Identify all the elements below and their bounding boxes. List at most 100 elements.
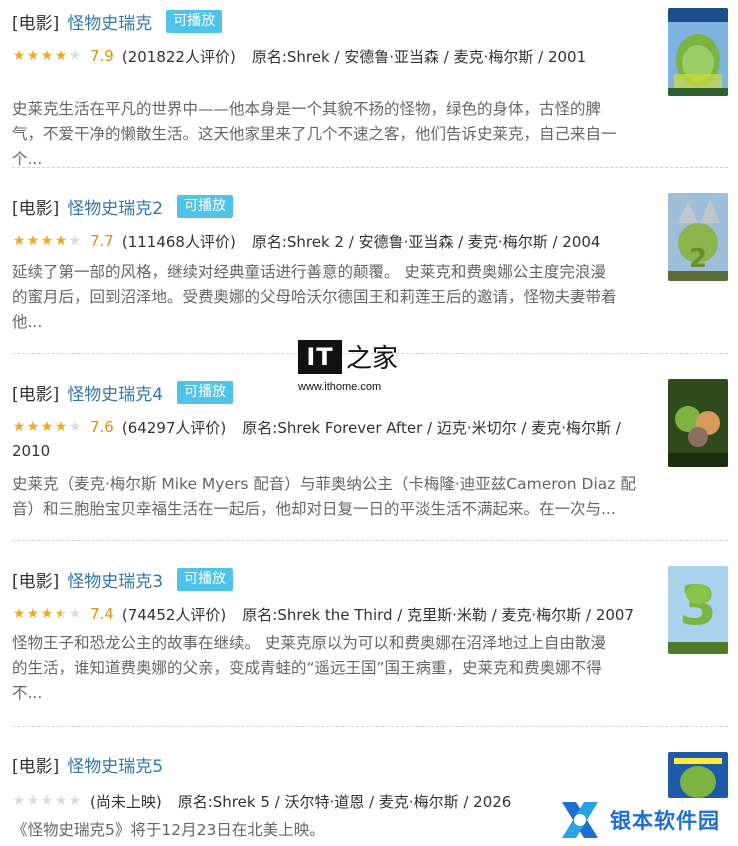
vote-count: (64297人评价): [121, 418, 227, 437]
rating-score: 7.4: [90, 605, 114, 623]
description-line: 史莱克（麦克·梅尔斯 Mike Myers 配音）与菲奥纳公主（卡梅隆·迪亚兹C…: [12, 475, 636, 493]
star-icon: ★: [40, 419, 54, 435]
movie-poster[interactable]: 3: [668, 566, 728, 654]
movie-title-link[interactable]: 怪物史瑞克3: [67, 567, 163, 592]
brand-x-icon: [562, 802, 598, 838]
star-icon: ★: [54, 606, 68, 622]
original-info: 原名:Shrek / 安德鲁·亚当森 / 麦克·梅尔斯 / 2001: [251, 47, 587, 66]
ithome-logo-box: IT: [298, 339, 342, 374]
category-label: [电影]: [12, 198, 60, 219]
original-info-continued: 2010: [12, 442, 51, 460]
poster-shrek-5-image: [668, 752, 728, 798]
vote-count: (201822人评价): [121, 47, 236, 66]
rating-score: 7.7: [90, 232, 114, 250]
star-icon: ★: [12, 419, 26, 435]
star-icon: ★: [12, 606, 26, 622]
playable-badge[interactable]: 可播放: [177, 194, 234, 218]
playable-badge[interactable]: 可播放: [177, 567, 234, 591]
star-icon: ★: [54, 233, 68, 249]
vote-count: (74452人评价): [121, 605, 227, 624]
movie-poster[interactable]: [668, 752, 728, 798]
brand-text: 银本软件园: [610, 809, 720, 833]
item-divider: [12, 167, 728, 168]
movie-description: 怪物王子和恐龙公主的故事在继续。 史莱克原以为可以和费奥娜在沼泽地过上自由散漫 …: [12, 631, 648, 706]
star-icon: ★: [68, 793, 82, 809]
movie-title-link[interactable]: 怪物史瑞克5: [67, 752, 163, 777]
star-icon: ★: [26, 48, 40, 64]
description-line: 怪物王子和恐龙公主的故事在继续。 史莱克原以为可以和费奥娜在沼泽地过上自由散漫: [12, 634, 606, 652]
category-label: [电影]: [12, 384, 60, 405]
poster-shrek-4-image: [668, 379, 728, 467]
category-label: [电影]: [12, 756, 60, 777]
category-label: [电影]: [12, 13, 60, 34]
title-row: [电影] 怪物史瑞克5: [12, 749, 177, 779]
star-icon: ★: [26, 233, 40, 249]
rating-score: 7.6: [90, 418, 114, 436]
star-icon: ★: [54, 419, 68, 435]
star-icon: ★: [68, 48, 82, 64]
rating-row: ★ ★ ★ ★ ★ 7.7 (111468人评价) 原名:Shrek 2 / 安德鲁·亚…: [12, 229, 601, 253]
ithome-url: www.ithome.com: [298, 381, 382, 393]
title-row: [电影] 怪物史瑞克2 可播放: [12, 191, 234, 221]
poster-shrek-3-image: 3: [668, 566, 728, 654]
rating-score: 7.9: [90, 47, 114, 65]
svg-text:2: 2: [689, 244, 707, 274]
playable-badge[interactable]: 可播放: [166, 9, 223, 33]
ithome-logo-cn: 之家: [346, 344, 399, 374]
movie-description: 《怪物史瑞克5》将于12月23日在北美上映。: [12, 818, 648, 843]
star-icon: ★: [68, 233, 82, 249]
playable-badge[interactable]: 可播放: [177, 380, 234, 404]
site-brand-watermark: 银本软件园: [556, 796, 720, 844]
title-row: [电影] 怪物史瑞克 可播放: [12, 6, 223, 36]
rating-row: ★ ★ ★ ★ ★ 7.6 (64297人评价) 原名:Shrek Forever Af…: [12, 415, 621, 439]
description-line: 气，不爱干净的懒散生活。这天他家里来了几个不速之客，他们告诉史莱克，自己来自一: [12, 125, 617, 143]
description-line: 延续了第一部的风格，继续对经典童话进行善意的颠覆。 史莱克和费奥娜公主度完浪漫: [12, 263, 606, 281]
star-icon: ★: [26, 793, 40, 809]
description-line: 的蜜月后，回到沼泽地。受费奥娜的父母哈沃尔德国王和莉莲王后的邀请，怪物夫妻带着: [12, 288, 617, 306]
original-info: 原名:Shrek 5 / 沃尔特·道恩 / 麦克·梅尔斯 / 2026: [177, 792, 512, 811]
title-row: [电影] 怪物史瑞克4 可播放: [12, 377, 234, 407]
rating-row: ★ ★ ★ ★ ★ (尚未上映) 原名:Shrek 5 / 沃尔特·道恩 / 麦克·梅尔…: [12, 789, 512, 813]
star-icon: ★: [12, 48, 26, 64]
movie-description: 延续了第一部的风格，继续对经典童话进行善意的颠覆。 史莱克和费奥娜公主度完浪漫 …: [12, 260, 648, 335]
star-icon: ★: [12, 233, 26, 249]
ithome-watermark: IT 之家 www.ithome.com: [298, 338, 398, 398]
movie-title-link[interactable]: 怪物史瑞克: [67, 9, 152, 34]
star-rating: ★ ★ ★ ★ ★: [12, 420, 82, 434]
original-info: 原名:Shrek Forever After / 迈克·米切尔 / 麦克·梅尔斯…: [242, 418, 621, 437]
description-line: 个...: [12, 150, 43, 168]
description-line: 不...: [12, 684, 43, 702]
title-row: [电影] 怪物史瑞克3 可播放: [12, 564, 234, 594]
star-icon: ★: [68, 419, 82, 435]
original-info: 原名:Shrek the Third / 克里斯·米勒 / 麦克·梅尔斯 / 2…: [242, 605, 635, 624]
vote-count: (111468人评价): [121, 232, 236, 251]
star-icon: ★: [40, 233, 54, 249]
star-rating: ★ ★ ★ ★ ★: [12, 607, 82, 621]
movie-poster[interactable]: [668, 8, 728, 96]
description-line: 史莱克生活在平凡的世界中——他本身是一个其貌不扬的怪物，绿色的身体，古怪的脾: [12, 100, 602, 118]
vote-count: (尚未上映): [90, 792, 162, 811]
poster-shrek-2-image: 2: [668, 193, 728, 281]
item-divider: [12, 540, 728, 541]
ithome-logo: IT 之家: [298, 338, 398, 375]
movie-title-link[interactable]: 怪物史瑞克4: [67, 380, 163, 405]
description-line: 他...: [12, 313, 43, 331]
rating-row: ★ ★ ★ ★ ★ 7.4 (74452人评价) 原名:Shrek the Third …: [12, 602, 634, 626]
poster-shrek-image: [668, 8, 728, 96]
movie-description: 史莱克（麦克·梅尔斯 Mike Myers 配音）与菲奥纳公主（卡梅隆·迪亚兹C…: [12, 472, 648, 522]
description-line: 的生活，谁知道费奥娜的父亲，变成青蛙的“遥远王国”国王病重，史莱克和费奥娜不得: [12, 659, 602, 677]
description-line: 《怪物史瑞克5》将于12月23日在北美上映。: [12, 821, 325, 839]
svg-text:3: 3: [679, 574, 717, 637]
category-label: [电影]: [12, 571, 60, 592]
movie-title-link[interactable]: 怪物史瑞克2: [67, 194, 163, 219]
star-icon: ★: [54, 793, 68, 809]
movie-poster[interactable]: [668, 379, 728, 467]
movie-poster[interactable]: 2: [668, 193, 728, 281]
star-rating: ★ ★ ★ ★ ★: [12, 234, 82, 248]
star-rating: ★ ★ ★ ★ ★: [12, 49, 82, 63]
star-icon: ★: [54, 48, 68, 64]
star-icon: ★: [40, 606, 54, 622]
star-icon: ★: [68, 606, 82, 622]
star-icon: ★: [26, 419, 40, 435]
description-line: 音）和三胞胎宝贝幸福生活在一起后，他却对日复一日的平淡生活不满起来。在一次与..…: [12, 500, 616, 518]
